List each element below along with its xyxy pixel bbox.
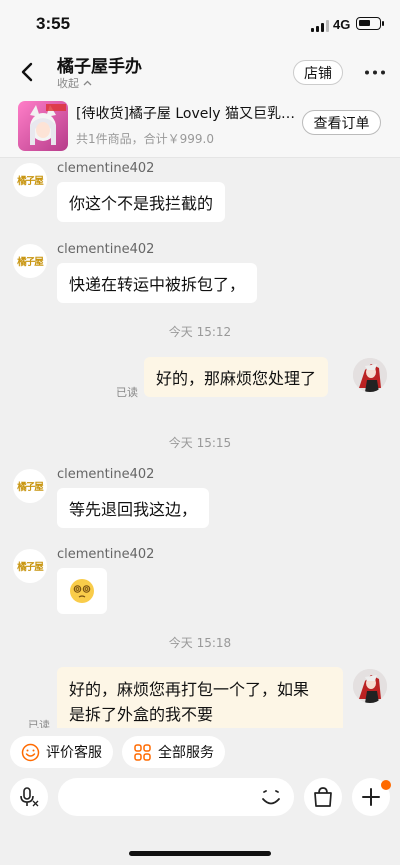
dizzy-face-icon [70,579,94,603]
shop-logo-text: 橘子屋 [17,562,43,573]
all-services-button[interactable]: 全部服务 [122,736,225,768]
smiley-icon [21,743,40,761]
shop-avatar[interactable]: 橘子屋 [13,244,47,278]
order-card[interactable]: [待收货]橘子屋 Lovely 猫又巨乳… 共1件商品，合计￥999.0 查看订… [0,94,400,158]
message-input[interactable] [58,778,294,816]
battery-icon [356,17,384,30]
status-time: 3:55 [36,14,71,33]
all-services-label: 全部服务 [158,745,214,761]
time-divider: 今天 15:15 [168,436,232,450]
home-indicator [129,851,271,856]
signal-icon [311,20,329,32]
time-divider: 今天 15:18 [168,636,232,650]
chat-area[interactable]: 橘子屋 clementine402 你这个不是我拦截的 橘子屋 clementi… [0,158,400,728]
rate-service-button[interactable]: 评价客服 [10,736,113,768]
user-avatar[interactable] [353,358,387,392]
order-summary: 共1件商品，合计￥999.0 [76,132,214,146]
chat-header: 橘子屋手办 收起 店铺 [0,50,400,94]
status-bar: 3:55 4G [0,0,400,50]
more-dots-icon[interactable] [364,70,386,75]
rate-service-label: 评价客服 [46,745,102,761]
message-bubble[interactable]: 快递在转运中被拆包了， [57,263,258,303]
sender-name: clementine402 [57,467,155,482]
shop-logo-text: 橘子屋 [17,176,43,187]
product-thumbnail [18,101,68,151]
back-arrow-icon[interactable] [18,61,38,83]
emoji-message-bubble[interactable] [57,568,107,614]
message-line: 好的，麻烦您再打包一个了，如果 [69,680,310,699]
sender-name: clementine402 [57,242,155,257]
voice-button[interactable] [10,778,48,816]
message-bubble[interactable]: 好的，麻烦您再打包一个了，如果 是拆了外盒的我不要 [57,667,343,728]
sender-name: clementine402 [57,161,155,176]
shop-logo-text: 橘子屋 [17,482,43,493]
quick-actions: 评价客服 全部服务 [0,728,400,778]
order-title: [待收货]橘子屋 Lovely 猫又巨乳… [76,106,296,122]
shop-logo-text: 橘子屋 [17,257,43,268]
notification-dot [381,780,391,790]
shopping-bag-icon [314,787,332,807]
shop-name: 橘子屋手办 [57,57,142,77]
shopping-button[interactable] [304,778,342,816]
network-label: 4G [333,17,351,32]
message-line: 是拆了外盒的我不要 [69,705,214,724]
store-button[interactable]: 店铺 [293,60,343,85]
sender-name: clementine402 [57,547,155,562]
shop-avatar[interactable]: 橘子屋 [13,549,47,583]
message-bubble[interactable]: 好的，那麻烦您处理了 [144,357,329,397]
read-status: 已读 [28,719,50,728]
message-bubble[interactable]: 等先退回我这边， [57,488,210,528]
message-bubble[interactable]: 你这个不是我拦截的 [57,182,226,222]
view-order-button[interactable]: 查看订单 [302,110,381,135]
read-status: 已读 [116,386,138,399]
user-avatar[interactable] [353,669,387,703]
shop-avatar[interactable]: 橘子屋 [13,163,47,197]
chevron-up-icon [83,80,92,86]
apps-grid-icon [134,743,151,761]
emoji-icon[interactable] [260,786,282,808]
collapse-label: 收起 [57,77,79,90]
voice-icon [20,787,39,807]
collapse-toggle[interactable]: 收起 [57,75,92,91]
plus-icon [362,788,380,806]
time-divider: 今天 15:12 [168,325,232,339]
shop-avatar[interactable]: 橘子屋 [13,469,47,503]
